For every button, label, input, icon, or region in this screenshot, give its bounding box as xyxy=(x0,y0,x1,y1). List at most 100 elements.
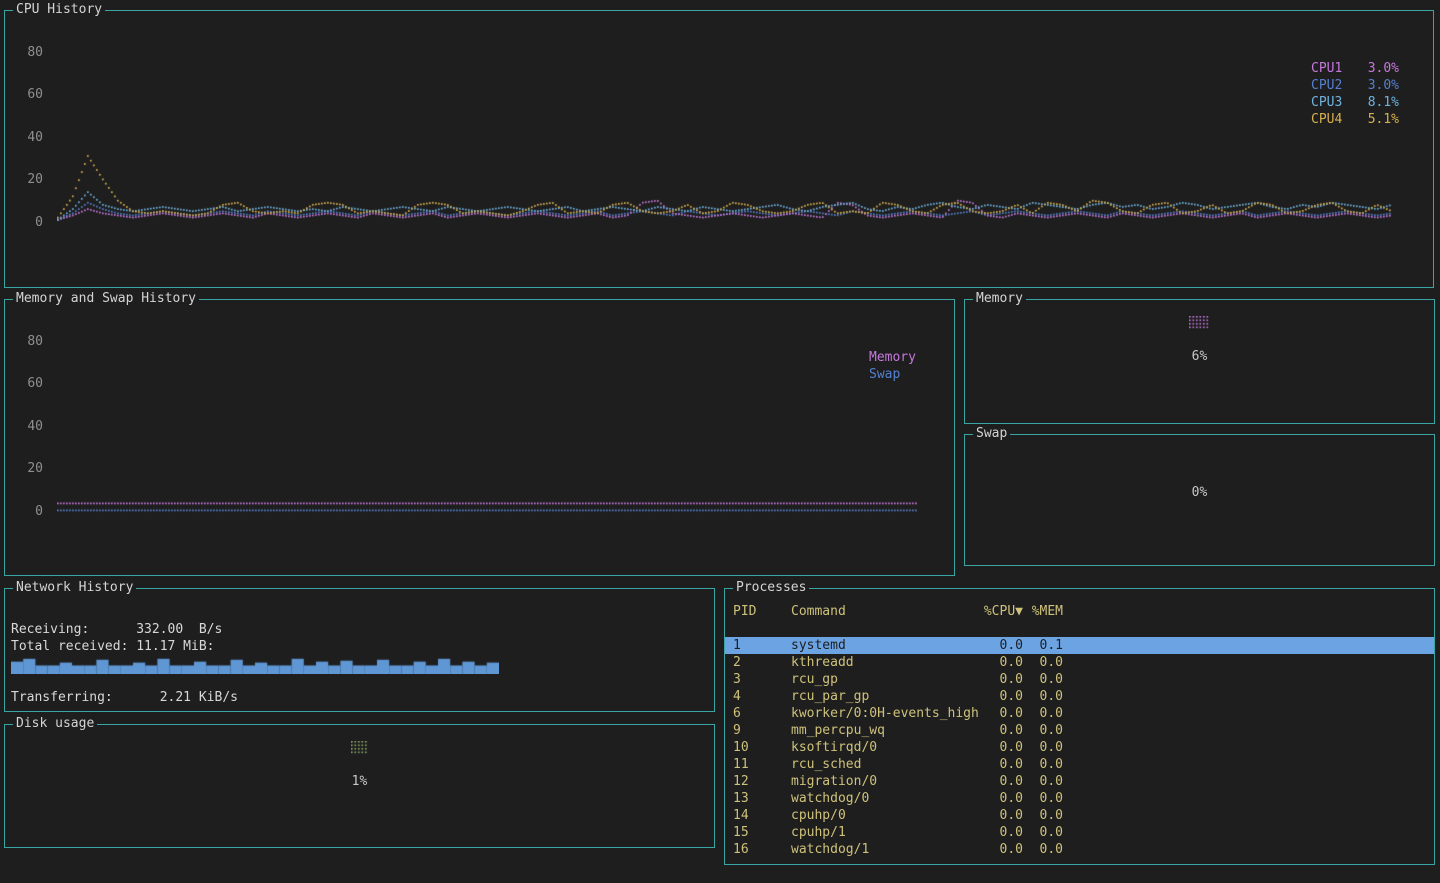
network-receiving-label: Receiving: 332.00 B/s xyxy=(11,621,222,638)
process-cell-mem: 0.0 xyxy=(1023,705,1063,722)
process-row[interactable]: 11rcu_sched0.00.0 xyxy=(725,756,1434,773)
cpu-legend-value: 3.0% xyxy=(1368,60,1399,77)
process-cell-pid: 2 xyxy=(733,654,791,671)
process-cell-cmd: cpuhp/1 xyxy=(791,824,979,841)
process-cell-pid: 16 xyxy=(733,841,791,858)
process-cell-mem: 0.0 xyxy=(1023,671,1063,688)
memory-gauge-value: 6% xyxy=(965,348,1434,365)
process-table-header: PIDCommand%CPU▼%MEM xyxy=(725,603,1434,620)
process-cell-mem: 0.0 xyxy=(1023,807,1063,824)
memory-swap-history-chart xyxy=(57,339,917,515)
process-cell-pid: 9 xyxy=(733,722,791,739)
process-cell-mem: 0.0 xyxy=(1023,841,1063,858)
process-cell-cpu: 0.0 xyxy=(979,705,1023,722)
memory-swap-history-title: Memory and Swap History xyxy=(13,291,199,307)
disk-usage-value: 1% xyxy=(5,773,714,790)
process-cell-mem: 0.0 xyxy=(1023,824,1063,841)
process-cell-cpu: 0.0 xyxy=(979,671,1023,688)
processes-panel: Processes PIDCommand%CPU▼%MEM 1systemd0.… xyxy=(724,588,1435,865)
process-row[interactable]: 3rcu_gp0.00.0 xyxy=(725,671,1434,688)
column-header-mem[interactable]: %MEM xyxy=(1023,603,1063,620)
process-cell-pid: 12 xyxy=(733,773,791,790)
process-cell-cmd: kthreadd xyxy=(791,654,979,671)
process-cell-pid: 14 xyxy=(733,807,791,824)
column-header-cpu[interactable]: %CPU▼ xyxy=(979,603,1023,620)
process-row[interactable]: 1systemd0.00.1 xyxy=(725,637,1434,654)
y-axis-tick: 40 xyxy=(11,129,43,146)
cpu-history-panel: CPU History CPU13.0%CPU23.0%CPU38.1%CPU4… xyxy=(4,10,1434,288)
process-cell-pid: 15 xyxy=(733,824,791,841)
swap-gauge-title: Swap xyxy=(973,426,1010,442)
process-cell-cpu: 0.0 xyxy=(979,824,1023,841)
process-cell-cmd: rcu_sched xyxy=(791,756,979,773)
disk-usage-title: Disk usage xyxy=(13,716,97,732)
memory-legend-entry: Swap xyxy=(869,366,916,383)
process-cell-mem: 0.0 xyxy=(1023,654,1063,671)
process-cell-cmd: watchdog/0 xyxy=(791,790,979,807)
process-cell-pid: 1 xyxy=(733,637,791,654)
process-cell-pid: 3 xyxy=(733,671,791,688)
process-cell-mem: 0.0 xyxy=(1023,790,1063,807)
cpu-legend-label: CPU4 xyxy=(1311,111,1342,128)
process-row[interactable]: 6kworker/0:0H-events_high0.00.0 xyxy=(725,705,1434,722)
cpu-legend-value: 8.1% xyxy=(1368,94,1399,111)
process-row[interactable]: 10ksoftirqd/00.00.0 xyxy=(725,739,1434,756)
process-row[interactable]: 4rcu_par_gp0.00.0 xyxy=(725,688,1434,705)
cpu-legend-label: CPU2 xyxy=(1311,77,1342,94)
process-cell-cmd: mm_percpu_wq xyxy=(791,722,979,739)
memory-gauge-title: Memory xyxy=(973,291,1026,307)
memory-gauge-panel: Memory 6% xyxy=(964,299,1435,424)
process-cell-cmd: kworker/0:0H-events_high xyxy=(791,705,979,722)
cpu-legend-value: 3.0% xyxy=(1368,77,1399,94)
network-total-received-label: Total received: 11.17 MiB: xyxy=(11,638,215,655)
disk-usage-panel: Disk usage 1% xyxy=(4,724,715,848)
cpu-legend-entry: CPU4 5.1% xyxy=(1311,111,1399,128)
column-header-cmd[interactable]: Command xyxy=(791,603,979,620)
process-cell-pid: 13 xyxy=(733,790,791,807)
memory-swap-history-panel: Memory and Swap History MemorySwap 80604… xyxy=(4,299,955,576)
network-receive-chart xyxy=(11,655,499,674)
y-axis-tick: 60 xyxy=(11,375,43,392)
process-cell-cpu: 0.0 xyxy=(979,637,1023,654)
process-row[interactable]: 9mm_percpu_wq0.00.0 xyxy=(725,722,1434,739)
process-cell-mem: 0.0 xyxy=(1023,688,1063,705)
process-cell-cpu: 0.0 xyxy=(979,841,1023,858)
y-axis-tick: 80 xyxy=(11,333,43,350)
process-cell-mem: 0.0 xyxy=(1023,722,1063,739)
cpu-legend-label: CPU3 xyxy=(1311,94,1342,111)
network-history-panel: Network History Receiving: 332.00 B/s To… xyxy=(4,588,715,712)
process-row[interactable]: 13watchdog/00.00.0 xyxy=(725,790,1434,807)
cpu-history-chart xyxy=(57,50,1393,226)
process-row[interactable]: 15cpuhp/10.00.0 xyxy=(725,824,1434,841)
y-axis-tick: 40 xyxy=(11,418,43,435)
process-row[interactable]: 14cpuhp/00.00.0 xyxy=(725,807,1434,824)
process-table-body: 1systemd0.00.12kthreadd0.00.03rcu_gp0.00… xyxy=(725,637,1434,858)
cpu-legend-label: CPU1 xyxy=(1311,60,1342,77)
process-cell-cmd: ksoftirqd/0 xyxy=(791,739,979,756)
memory-swap-legend: MemorySwap xyxy=(869,349,916,383)
process-cell-cpu: 0.0 xyxy=(979,688,1023,705)
cpu-legend-entry: CPU1 3.0% xyxy=(1311,60,1399,77)
disk-usage-dots xyxy=(351,741,369,755)
process-cell-cmd: cpuhp/0 xyxy=(791,807,979,824)
process-row[interactable]: 12migration/00.00.0 xyxy=(725,773,1434,790)
cpu-history-title: CPU History xyxy=(13,2,105,18)
column-header-pid[interactable]: PID xyxy=(733,603,791,620)
process-cell-cmd: systemd xyxy=(791,637,979,654)
process-row[interactable]: 2kthreadd0.00.0 xyxy=(725,654,1434,671)
cpu-legend-entry: CPU2 3.0% xyxy=(1311,77,1399,94)
y-axis-tick: 20 xyxy=(11,460,43,477)
process-cell-cmd: rcu_par_gp xyxy=(791,688,979,705)
network-history-title: Network History xyxy=(13,580,136,596)
memory-legend-entry: Memory xyxy=(869,349,916,366)
process-cell-pid: 4 xyxy=(733,688,791,705)
cpu-legend-value: 5.1% xyxy=(1368,111,1399,128)
process-cell-cpu: 0.0 xyxy=(979,756,1023,773)
memory-gauge-dots xyxy=(1189,316,1211,330)
y-axis-tick: 0 xyxy=(11,214,43,231)
y-axis-tick: 0 xyxy=(11,503,43,520)
process-cell-pid: 6 xyxy=(733,705,791,722)
y-axis-tick: 80 xyxy=(11,44,43,61)
process-cell-cpu: 0.0 xyxy=(979,790,1023,807)
process-row[interactable]: 16watchdog/10.00.0 xyxy=(725,841,1434,858)
